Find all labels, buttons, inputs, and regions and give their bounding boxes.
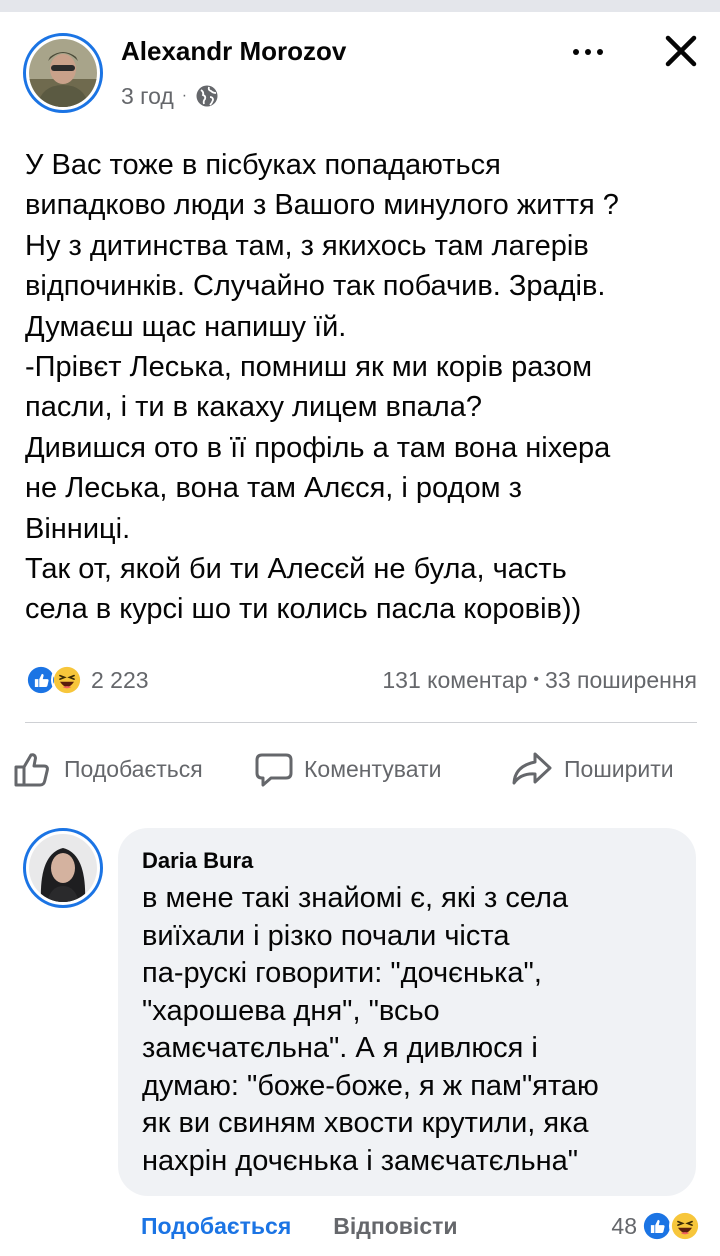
comment-text: в мене такі знайомі є, які з села виїхал… [142,880,682,1180]
post-line: Так от, якой би ти Алесєй не була, часть [25,553,567,586]
comment-line: думаю: "боже-боже, я ж пам"ятаю [142,1069,599,1102]
post-line: випадково люди з Вашого минулого життя ? [25,189,619,222]
comment-like-button[interactable]: Подобається [141,1213,291,1240]
comment-line: як ви свиням хвости крутили, яка [142,1107,589,1139]
haha-reaction-icon [51,664,83,696]
comment-author[interactable]: Daria Bura [142,848,253,874]
post-line: Вінниці. [25,512,131,545]
comment-actions: Подобається Відповісти 48 [141,1206,701,1246]
post-line: Дивишся ото в її профіль а там вона ніхе… [25,431,611,464]
author-name[interactable]: Alexandr Morozov [121,36,346,67]
reactions-summary: 2 223 131 коментар • 33 поширення [25,660,697,700]
comment-line: па-рускі говорити: "дочєнька", [142,957,542,989]
more-options-button[interactable] [566,36,610,68]
more-dot-icon [585,49,591,55]
post-line: не Леська, вона там Алєся, і родом з [25,472,522,505]
comments-count-link[interactable]: 131 коментар [382,667,527,694]
like-button[interactable]: Подобається [12,745,203,793]
stats-separator: • [533,671,540,688]
author-photo [29,39,97,107]
post-line: У Вас тоже в пісбуках попадаються [25,149,501,181]
comment-reactions[interactable]: 48 [611,1210,701,1242]
share-button[interactable]: Поширити [510,745,674,793]
comment-line: в мене такі знайомі є, які з села [142,882,569,914]
post-line: Думаєш щас напишу їй. [25,310,347,343]
comment-line: нахрін дочєнька і замєчатєльна" [142,1144,579,1177]
post-line: пасли, і ти в какаху лицем впала? [25,391,482,424]
share-label: Поширити [564,755,674,782]
comment-reaction-count: 48 [611,1212,637,1239]
comment-line: замєчатєльна". А я дивлюся і [142,1032,538,1064]
post-text: У Вас тоже в пісбуках попадаються випадк… [25,145,705,630]
like-label: Подобається [64,755,203,782]
post-meta: 3 год · [121,80,219,112]
meta-separator: · [181,87,188,104]
comment-reply-button[interactable]: Відповісти [333,1213,457,1240]
shares-count-link[interactable]: 33 поширення [545,667,697,694]
post-line: -Прівєт Леська, помниш як ми корів разом [25,351,593,384]
post-line: відпочинків. Случайно так побачив. Зраді… [25,270,606,303]
more-dot-icon [573,49,579,55]
comment-line: виїхали і різко почали чіста [142,919,510,952]
more-dot-icon [597,49,603,55]
haha-reaction-icon [669,1210,701,1242]
commenter-photo [29,834,97,902]
top-edge [0,0,720,12]
author-avatar[interactable] [23,33,103,113]
comment-line: "харошева дня", "всьо [142,994,440,1027]
reaction-icons[interactable] [25,664,83,696]
comment-button[interactable]: Коментувати [254,745,441,793]
post-line: Ну з дитинства там, з якихось там лагері… [25,229,589,262]
post-line: села в курсі шо ти колись пасла коровів)… [25,593,582,626]
globe-icon [196,85,218,107]
thumbs-up-icon [14,753,49,787]
divider [25,722,697,723]
share-arrow-icon [512,752,552,785]
close-icon[interactable] [660,30,702,72]
commenter-avatar[interactable] [23,828,103,908]
post-time[interactable]: 3 год [121,83,174,110]
comment-bubble-icon [255,753,293,787]
comment-label: Коментувати [304,755,442,782]
reaction-count[interactable]: 2 223 [91,667,149,694]
